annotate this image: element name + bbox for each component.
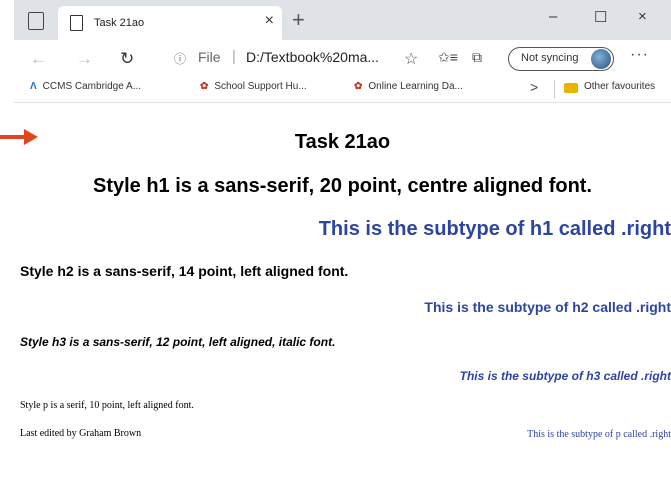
h2-heading: Style h2 is a sans-serif, 14 point, left… <box>20 263 349 279</box>
url-text[interactable]: D:/Textbook%20ma... <box>246 49 379 65</box>
refresh-button[interactable]: ↻ <box>120 49 134 69</box>
sync-label: Not syncing <box>521 52 579 64</box>
tab-actions-icon[interactable] <box>28 12 44 30</box>
url-scheme: File <box>198 49 221 65</box>
collections-icon[interactable]: ⧉ <box>472 49 482 66</box>
favourite-item-online-learning[interactable]: ✿ Online Learning Da... <box>354 81 463 92</box>
annotation-arrow-shaft <box>0 135 26 139</box>
favourite-label: CCMS Cambridge A... <box>42 81 142 92</box>
favourites-bar: Λ CCMS Cambridge A... ✿ School Support Hu.… <box>14 76 671 103</box>
chevron-right-icon[interactable]: > <box>530 79 538 95</box>
maximize-button[interactable]: ☐ <box>594 8 607 26</box>
avatar <box>591 49 611 69</box>
favourites-list-icon[interactable]: ✩≡ <box>438 49 458 66</box>
close-window-button[interactable]: × <box>638 8 647 25</box>
h3-right-heading: This is the subtype of h3 called .right <box>459 369 671 383</box>
address-bar: ← → ↻ ⓘ File | D:/Textbook%20ma... ☆ ✩≡ … <box>14 40 671 76</box>
ccms-icon: Λ <box>30 81 37 92</box>
footer-text: Last edited by Graham Brown <box>20 428 142 439</box>
browser-window: Task 21ao × + – ☐ × ← → ↻ ⓘ File | D:/Te… <box>14 0 671 491</box>
school-logo-icon: ✿ <box>354 81 363 92</box>
h1-right-heading: This is the subtype of h1 called .right <box>318 218 671 240</box>
school-logo-icon: ✿ <box>200 81 209 92</box>
h1-heading: Style h1 is a sans-serif, 20 point, cent… <box>92 175 593 197</box>
paragraph-right: This is the subtype of p called .right <box>527 429 671 440</box>
favourite-label: School Support Hu... <box>214 81 307 92</box>
url-field[interactable]: ⓘ File | D:/Textbook%20ma... <box>174 46 402 70</box>
divider <box>554 80 555 98</box>
favourite-item-ccms[interactable]: Λ CCMS Cambridge A... <box>30 81 141 92</box>
new-tab-button[interactable]: + <box>292 7 305 33</box>
more-menu-button[interactable]: ··· <box>630 46 649 64</box>
minimize-button[interactable]: – <box>549 8 557 25</box>
forward-button[interactable]: → <box>76 49 93 69</box>
favourite-label: Online Learning Da... <box>368 81 463 92</box>
tab-title: Task 21ao <box>94 17 145 29</box>
h3-heading: Style h3 is a sans-serif, 12 point, left… <box>20 335 336 349</box>
paragraph: Style p is a serif, 10 point, left align… <box>20 400 194 411</box>
tab-active[interactable]: Task 21ao × <box>58 6 282 40</box>
page-title: Task 21ao <box>294 131 391 153</box>
page-content: Task 21ao Style h1 is a sans-serif, 20 p… <box>14 103 671 491</box>
tab-close-icon[interactable]: × <box>265 12 274 30</box>
back-button[interactable]: ← <box>30 49 47 69</box>
document-icon <box>70 15 83 31</box>
profile-sync-button[interactable]: Not syncing <box>508 47 614 71</box>
tab-bar: Task 21ao × + – ☐ × <box>14 0 671 40</box>
annotation-arrow-icon <box>24 129 38 145</box>
other-favourites-link[interactable]: Other favourites <box>584 81 655 92</box>
url-separator: | <box>232 48 236 65</box>
favourite-item-school-support[interactable]: ✿ School Support Hu... <box>200 81 307 92</box>
h2-right-heading: This is the subtype of h2 called .right <box>424 299 671 315</box>
site-info-icon[interactable]: ⓘ <box>174 50 186 67</box>
add-favourite-icon[interactable]: ☆ <box>404 49 418 69</box>
folder-icon <box>564 83 578 93</box>
